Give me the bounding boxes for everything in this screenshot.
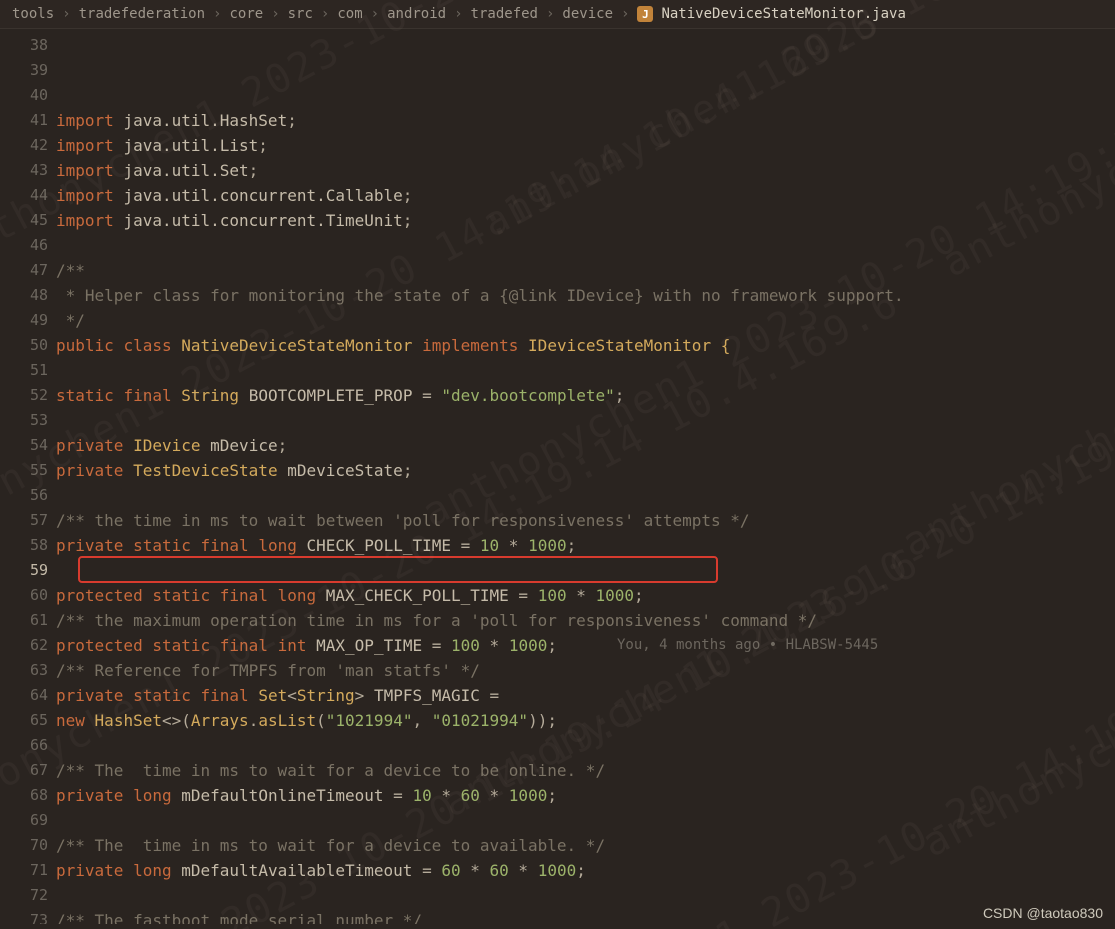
chevron-right-icon: › xyxy=(454,6,462,22)
line-number: 58 xyxy=(0,533,48,558)
code-line[interactable] xyxy=(56,233,1115,258)
breadcrumb-item[interactable]: core xyxy=(229,6,263,22)
line-number: 38 xyxy=(0,33,48,58)
line-number: 61 xyxy=(0,608,48,633)
line-number: 51 xyxy=(0,358,48,383)
code-line[interactable] xyxy=(56,408,1115,433)
code-editor[interactable]: 3839404142434445464748495051525354555657… xyxy=(0,29,1115,924)
breadcrumb-item[interactable]: device xyxy=(562,6,613,22)
code-line[interactable]: /** The time in ms to wait for a device … xyxy=(56,758,1115,783)
code-line[interactable]: private static final long CHECK_POLL_TIM… xyxy=(56,533,1115,558)
breadcrumb-item[interactable]: tradefederation xyxy=(79,6,205,22)
line-number: 45 xyxy=(0,208,48,233)
line-number-gutter: 3839404142434445464748495051525354555657… xyxy=(0,29,56,924)
line-number: 55 xyxy=(0,458,48,483)
line-number: 60 xyxy=(0,583,48,608)
line-number: 53 xyxy=(0,408,48,433)
line-number: 52 xyxy=(0,383,48,408)
line-number: 44 xyxy=(0,183,48,208)
line-number: 68 xyxy=(0,783,48,808)
line-number: 57 xyxy=(0,508,48,533)
attribution-text: CSDN @taotao830 xyxy=(983,905,1103,921)
code-line[interactable]: static final String BOOTCOMPLETE_PROP = … xyxy=(56,383,1115,408)
breadcrumb-item[interactable]: android xyxy=(387,6,446,22)
code-line[interactable]: public class NativeDeviceStateMonitor im… xyxy=(56,333,1115,358)
code-line[interactable]: /** xyxy=(56,258,1115,283)
breadcrumb-item[interactable]: tools xyxy=(12,6,54,22)
line-number: 69 xyxy=(0,808,48,833)
code-line[interactable]: import java.util.HashSet; xyxy=(56,108,1115,133)
code-line[interactable]: protected static final long MAX_CHECK_PO… xyxy=(56,583,1115,608)
code-line[interactable]: new HashSet<>(Arrays.asList("1021994", "… xyxy=(56,708,1115,733)
line-number: 72 xyxy=(0,883,48,908)
line-number: 49 xyxy=(0,308,48,333)
breadcrumb-item[interactable]: com xyxy=(337,6,362,22)
code-line[interactable]: protected static final int MAX_OP_TIME =… xyxy=(56,633,1115,658)
breadcrumb-item[interactable]: src xyxy=(288,6,313,22)
chevron-right-icon: › xyxy=(321,6,329,22)
breadcrumb-item[interactable]: tradefed xyxy=(471,6,538,22)
line-number: 65 xyxy=(0,708,48,733)
line-number: 67 xyxy=(0,758,48,783)
code-line[interactable]: /** The time in ms to wait for a device … xyxy=(56,833,1115,858)
breadcrumb-file[interactable]: NativeDeviceStateMonitor.java xyxy=(661,6,905,22)
line-number: 56 xyxy=(0,483,48,508)
line-number: 64 xyxy=(0,683,48,708)
code-line[interactable]: /** the time in ms to wait between 'poll… xyxy=(56,508,1115,533)
line-number: 47 xyxy=(0,258,48,283)
code-line[interactable]: import java.util.concurrent.Callable; xyxy=(56,183,1115,208)
chevron-right-icon: › xyxy=(271,6,279,22)
code-line[interactable] xyxy=(56,358,1115,383)
chevron-right-icon: › xyxy=(62,6,70,22)
breadcrumb: tools › tradefederation › core › src › com › andro… xyxy=(0,0,1115,29)
code-line[interactable]: /** The fastboot mode serial number */ xyxy=(56,908,1115,924)
code-line[interactable]: /** Reference for TMPFS from 'man statfs… xyxy=(56,658,1115,683)
code-line[interactable]: private long mDefaultAvailableTimeout = … xyxy=(56,858,1115,883)
chevron-right-icon: › xyxy=(546,6,554,22)
line-number: 54 xyxy=(0,433,48,458)
line-number: 62 xyxy=(0,633,48,658)
chevron-right-icon: › xyxy=(213,6,221,22)
line-number: 43 xyxy=(0,158,48,183)
code-line[interactable]: private TestDeviceState mDeviceState; xyxy=(56,458,1115,483)
line-number: 48 xyxy=(0,283,48,308)
line-number: 73 xyxy=(0,908,48,924)
code-line[interactable]: import java.util.List; xyxy=(56,133,1115,158)
code-line[interactable] xyxy=(56,883,1115,908)
code-line[interactable]: /** the maximum operation time in ms for… xyxy=(56,608,1115,633)
line-number: 41 xyxy=(0,108,48,133)
code-line[interactable] xyxy=(56,733,1115,758)
line-number: 50 xyxy=(0,333,48,358)
line-number: 63 xyxy=(0,658,48,683)
line-number: 39 xyxy=(0,58,48,83)
code-line[interactable]: private long mDefaultOnlineTimeout = 10 … xyxy=(56,783,1115,808)
line-number: 59 xyxy=(0,558,48,583)
code-line[interactable]: private static final Set<String> TMPFS_M… xyxy=(56,683,1115,708)
line-number: 40 xyxy=(0,83,48,108)
code-line[interactable] xyxy=(56,558,1115,583)
line-number: 46 xyxy=(0,233,48,258)
code-line[interactable]: private IDevice mDevice; xyxy=(56,433,1115,458)
line-number: 70 xyxy=(0,833,48,858)
line-number: 66 xyxy=(0,733,48,758)
java-file-icon: J xyxy=(637,6,653,22)
code-area[interactable]: import java.util.HashSet;import java.uti… xyxy=(56,29,1115,924)
code-line[interactable]: */ xyxy=(56,308,1115,333)
code-line[interactable] xyxy=(56,483,1115,508)
code-line[interactable]: import java.util.Set; xyxy=(56,158,1115,183)
chevron-right-icon: › xyxy=(621,6,629,22)
line-number: 71 xyxy=(0,858,48,883)
code-line[interactable] xyxy=(56,808,1115,833)
git-blame-codelens[interactable]: You, 4 months ago • HLABSW-5445 xyxy=(617,633,878,658)
chevron-right-icon: › xyxy=(371,6,379,22)
code-line[interactable]: * Helper class for monitoring the state … xyxy=(56,283,1115,308)
code-line[interactable]: import java.util.concurrent.TimeUnit; xyxy=(56,208,1115,233)
line-number: 42 xyxy=(0,133,48,158)
